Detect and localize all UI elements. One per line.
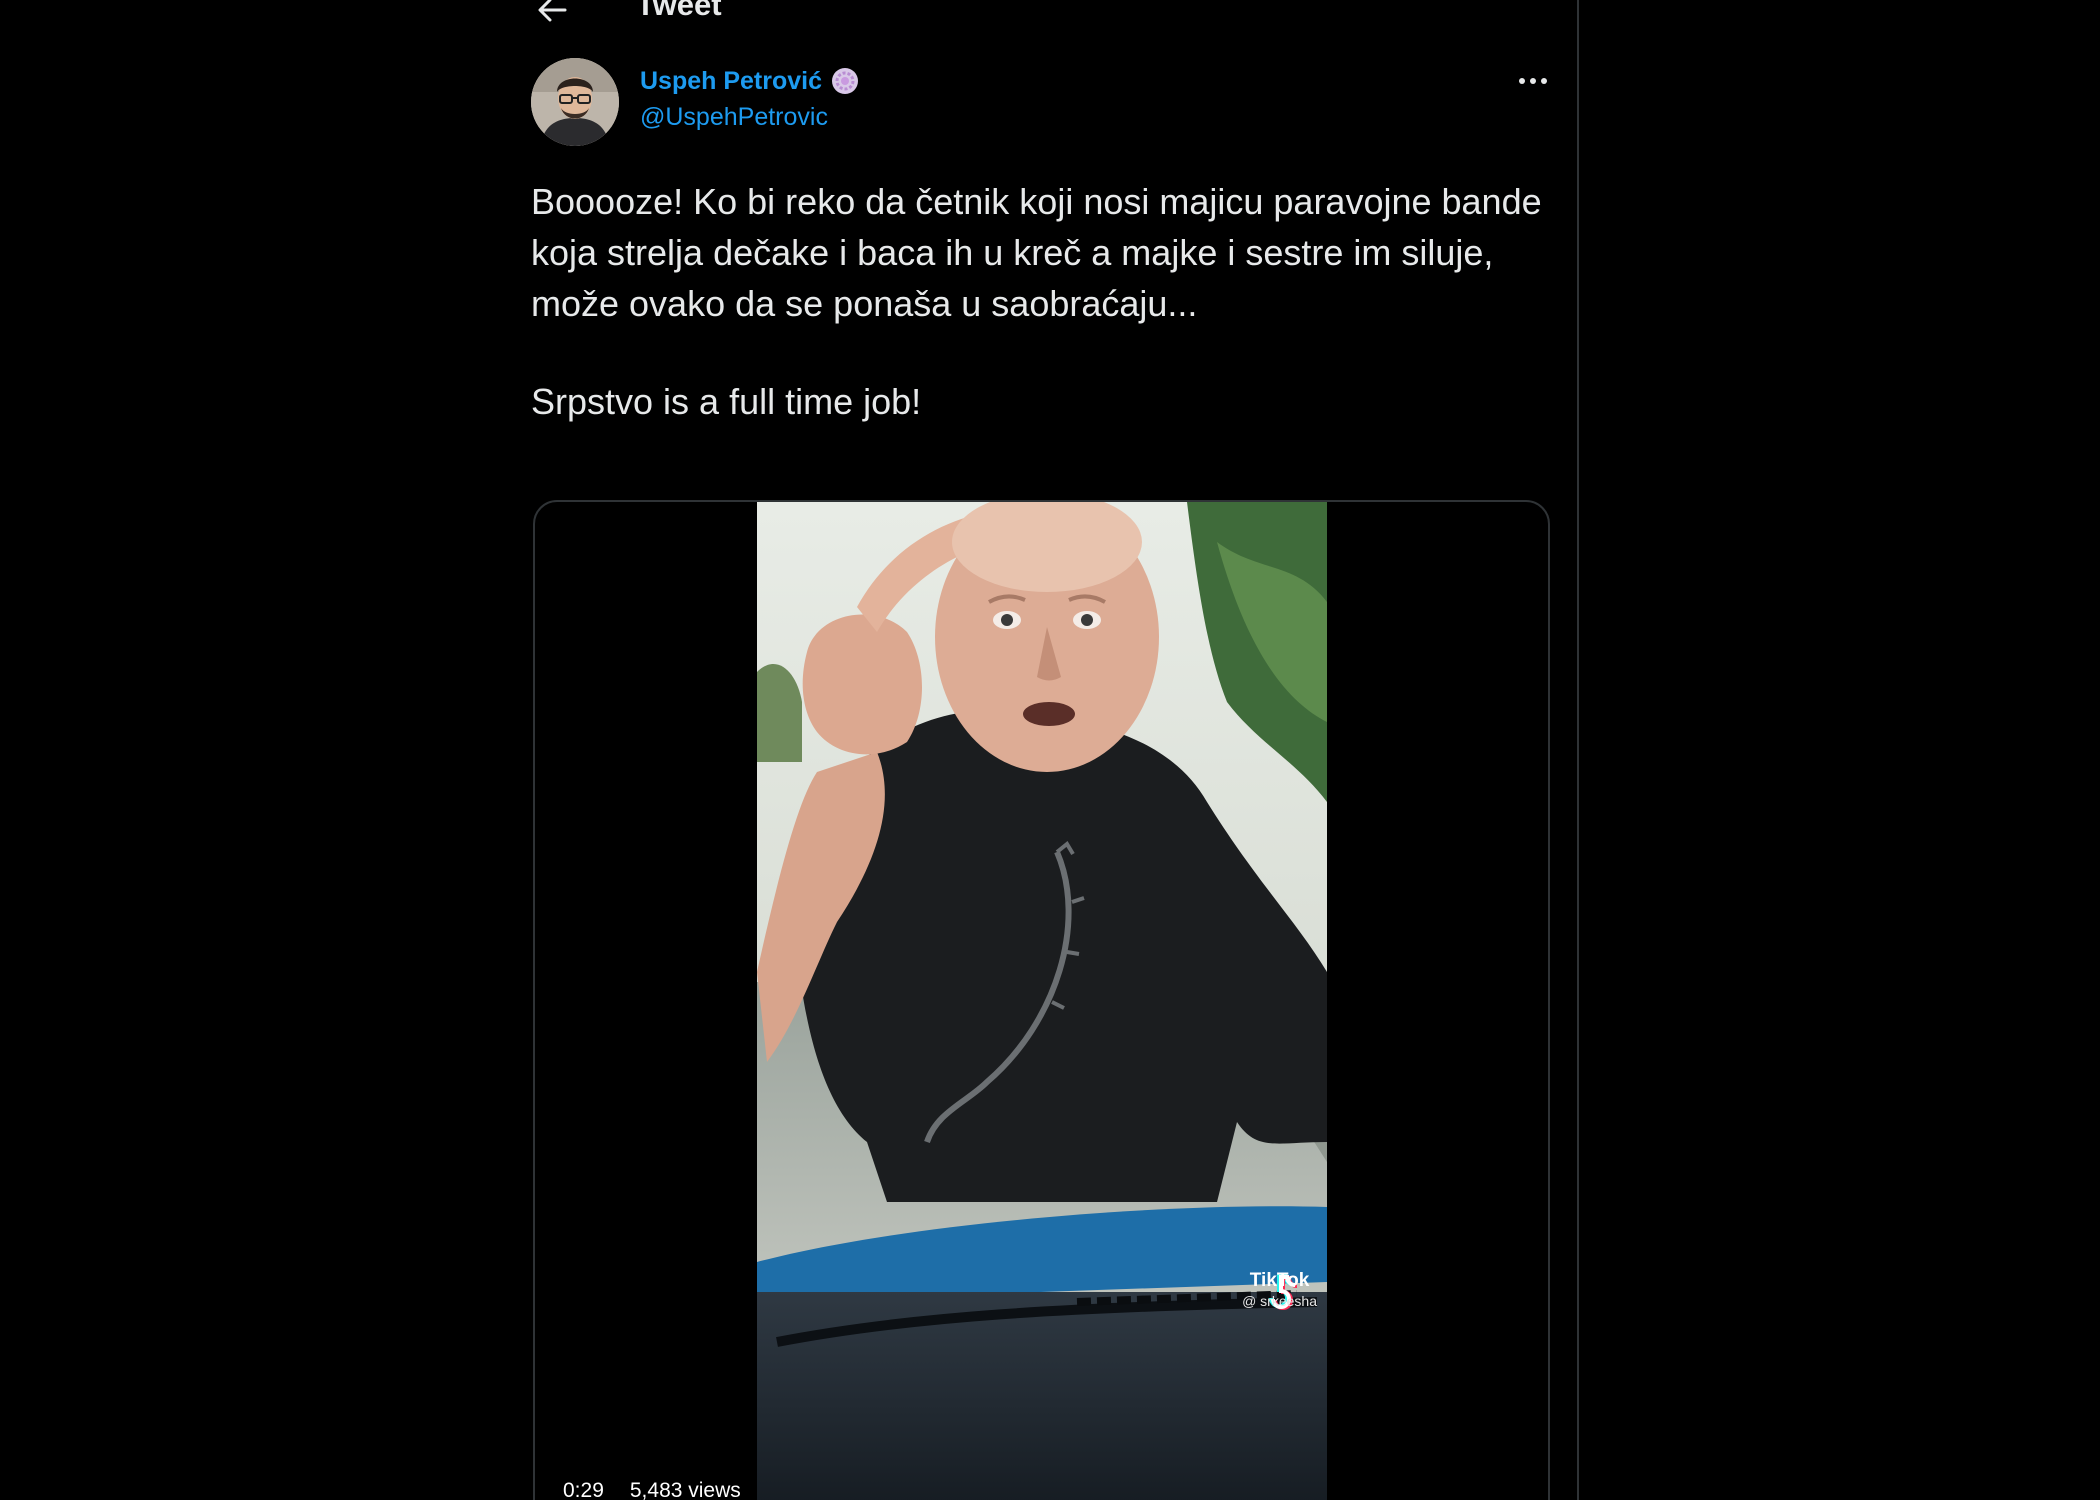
video-meta: 0:29 5,483 views [555, 1476, 749, 1500]
tiktok-watermark: TikTok @ srkeesha [1242, 1270, 1317, 1310]
avatar[interactable] [531, 58, 619, 146]
tweet-text: Booooze! Ko bi reko da četnik koji nosi … [531, 176, 1571, 427]
video-player[interactable]: TikTok @ srkeesha [757, 502, 1327, 1500]
tiktok-handle: @ srkeesha [1242, 1293, 1317, 1309]
author-username[interactable]: @UspehPetrovic [640, 103, 828, 132]
more-options-button[interactable] [1513, 66, 1553, 96]
tweet-paragraph: Booooze! Ko bi reko da četnik koji nosi … [531, 181, 1542, 324]
more-horizontal-icon [1519, 78, 1547, 84]
avatar-image [531, 58, 619, 146]
tweet-paragraph: Srpstvo is a full time job! [531, 381, 922, 422]
column-divider [1577, 0, 1579, 1500]
arrow-left-icon [538, 0, 567, 22]
video-thumbnail [757, 502, 1327, 1500]
tweet-page: Tweet Uspeh Petrović @UspehPetrovic Booo… [0, 0, 2100, 1500]
author-name-text: Uspeh Petrović [640, 66, 823, 95]
tiktok-brand: TikTok [1249, 1270, 1310, 1291]
video-views: 5,483 views [621, 1476, 749, 1500]
video-duration: 0:29 [555, 1476, 612, 1500]
author-display-name[interactable]: Uspeh Petrović [640, 66, 860, 96]
flower-badge-icon [832, 68, 859, 94]
media-card: TikTok @ srkeesha 0:29 5,483 views [533, 500, 1550, 1500]
page-title: Tweet [636, 0, 722, 22]
back-button[interactable] [532, 0, 572, 26]
